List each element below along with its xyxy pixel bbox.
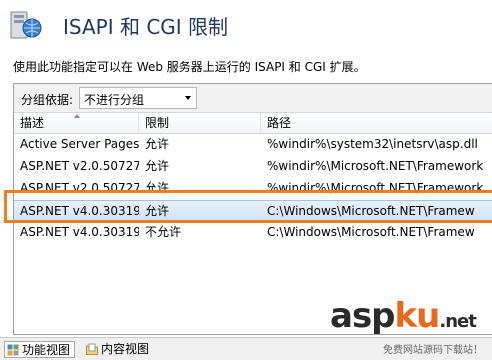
page-title: ISAPI 和 CGI 限制 <box>63 15 229 39</box>
feature-view-icon <box>7 344 19 356</box>
column-header-description-label: 描述 <box>20 116 45 130</box>
row-restriction: 允许 <box>145 159 170 173</box>
group-by-value: 不进行分组 <box>84 93 145 107</box>
isapi-cgi-icon <box>7 9 45 43</box>
watermark-subtitle: 免费网站源码下载站！ <box>383 345 483 356</box>
row-description: ASP.NET v4.0.30319 <box>20 225 139 239</box>
tab-feature-view[interactable]: 功能视图 <box>4 341 76 358</box>
column-header-path-label: 路径 <box>267 116 292 130</box>
tab-content-view-label: 内容视图 <box>101 342 150 356</box>
tab-feature-view-label: 功能视图 <box>22 343 71 357</box>
group-by-label: 分组依据: <box>21 93 74 107</box>
sort-ascending-icon <box>74 114 80 118</box>
group-by-bar: 分组依据: 不进行分组 <box>14 84 492 113</box>
dropdown-arrow-icon <box>185 96 191 100</box>
column-header-row: 描述 限制 路径 <box>14 113 492 134</box>
table-row[interactable]: ASP.NET v4.0.30319 不允许 C:\Windows\Micros… <box>14 222 492 244</box>
row-restriction: 允许 <box>145 137 170 151</box>
tab-content-view[interactable]: 内容视图 <box>84 341 153 357</box>
row-path: %windir%\Microsoft.NET\Framework <box>267 159 484 173</box>
group-by-select[interactable]: 不进行分组 <box>79 87 197 109</box>
watermark-logo: aspku.net <box>330 296 477 336</box>
restrictions-table-body: Active Server Pages 允许 %windir%\system32… <box>14 134 492 244</box>
watermark-asp: asp <box>330 296 396 336</box>
column-header-description[interactable]: 描述 <box>14 113 139 133</box>
table-row[interactable]: Active Server Pages 允许 %windir%\system32… <box>14 134 492 156</box>
feature-description: 使用此功能指定可以在 Web 服务器上运行的 ISAPI 和 CGI 扩展。 <box>13 60 366 74</box>
column-header-path[interactable]: 路径 <box>261 113 492 133</box>
row-path: C:\Windows\Microsoft.NET\Framew <box>267 225 475 239</box>
highlight-annotation-box <box>4 190 492 223</box>
watermark-net: .net <box>439 311 476 332</box>
watermark-ku: ku <box>394 296 441 336</box>
column-header-restriction-label: 限制 <box>145 116 170 130</box>
row-description: Active Server Pages <box>20 137 139 151</box>
row-restriction: 不允许 <box>145 225 182 239</box>
content-view-icon <box>86 343 98 355</box>
table-row[interactable]: ASP.NET v2.0.50727 允许 %windir%\Microsoft… <box>14 156 492 178</box>
column-header-restriction[interactable]: 限制 <box>139 113 261 133</box>
row-description: ASP.NET v2.0.50727 <box>20 159 139 173</box>
row-path: %windir%\system32\inetsrv\asp.dll <box>267 137 478 151</box>
page-header: ISAPI 和 CGI 限制 <box>0 0 492 52</box>
